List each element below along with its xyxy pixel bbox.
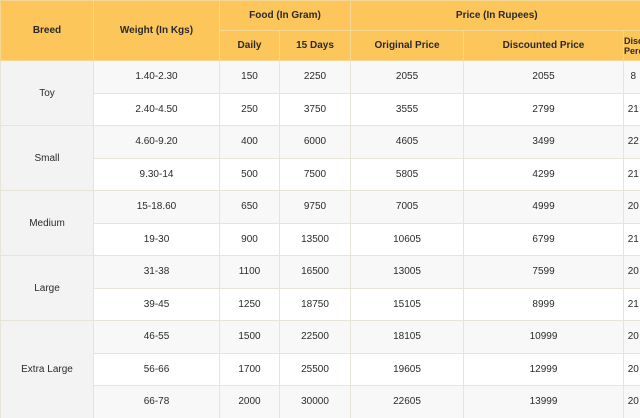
discounted-price-cell: 2799 — [463, 92, 625, 126]
discounted-price-cell: 7599 — [463, 255, 625, 289]
weight-cell: 39-45 — [93, 287, 220, 321]
daily-food-cell: 1250 — [219, 287, 280, 321]
discount-percent-cell: 22 — [623, 125, 640, 159]
food-price-table-container: Breed Weight (In Kgs) Food (In Gram) Pri… — [0, 0, 640, 418]
discount-percent-cell: 20 — [623, 255, 640, 289]
weight-cell: 1.40-2.30 — [93, 60, 220, 94]
fifteen-days-food-cell: 9750 — [278, 190, 352, 224]
discounted-price-cell: 2055 — [463, 60, 625, 94]
discount-percent-cell: 20 — [623, 385, 640, 418]
weight-cell: 15-18.60 — [93, 190, 220, 224]
fifteen-days-food-cell: 3750 — [278, 92, 352, 126]
weight-cell: 19-30 — [93, 222, 220, 256]
header-price[interactable]: Price (In Rupees) — [350, 0, 640, 31]
daily-food-cell: 650 — [219, 190, 280, 224]
original-price-cell: 4605 — [350, 125, 465, 159]
discounted-price-cell: 12999 — [463, 352, 625, 386]
original-price-cell: 19605 — [350, 352, 465, 386]
header-weight[interactable]: Weight (In Kgs) — [93, 0, 220, 61]
fifteen-days-food-cell: 6000 — [278, 125, 352, 159]
discount-percent-cell: 8 — [623, 60, 640, 94]
weight-cell: 46-55 — [93, 320, 220, 354]
header-food[interactable]: Food (In Gram) — [218, 0, 352, 31]
table-row: 39-45 1250 18750 15105 8999 21 — [1, 287, 640, 321]
food-price-table: Breed Weight (In Kgs) Food (In Gram) Pri… — [0, 0, 640, 418]
daily-food-cell: 1100 — [219, 255, 280, 289]
original-price-cell: 2055 — [350, 60, 465, 94]
discounted-price-cell: 8999 — [463, 287, 625, 321]
discount-percent-cell: 20 — [623, 320, 640, 354]
breed-cell: Small — [0, 125, 94, 191]
header-daily[interactable]: Daily — [219, 30, 280, 61]
original-price-cell: 15105 — [350, 287, 465, 321]
weight-cell: 4.60-9.20 — [93, 125, 220, 159]
table-row: 2.40-4.50 250 3750 3555 2799 21 — [1, 92, 640, 126]
fifteen-days-food-cell: 18750 — [278, 287, 352, 321]
discounted-price-cell: 4299 — [463, 157, 625, 191]
discounted-price-cell: 3499 — [463, 125, 625, 159]
table-body: Toy 1.40-2.30 150 2250 2055 2055 8 2.40-4.50 250… — [0, 60, 640, 418]
discounted-price-cell: 6799 — [463, 222, 625, 256]
header-original-price[interactable]: Original Price — [350, 30, 465, 61]
discount-percent-cell: 20 — [623, 190, 640, 224]
daily-food-cell: 400 — [219, 125, 280, 159]
fifteen-days-food-cell: 25500 — [278, 352, 352, 386]
discount-percent-cell: 21 — [623, 157, 640, 191]
discounted-price-cell: 13999 — [463, 385, 625, 418]
header-discount-percent[interactable]: Discount Percent — [623, 30, 640, 61]
table-row: 19-30 900 13500 10605 6799 21 — [1, 222, 640, 256]
original-price-cell: 3555 — [350, 92, 465, 126]
fifteen-days-food-cell: 13500 — [278, 222, 352, 256]
breed-cell: Medium — [0, 190, 94, 256]
daily-food-cell: 1700 — [219, 352, 280, 386]
table-row: Toy 1.40-2.30 150 2250 2055 2055 8 — [0, 60, 640, 126]
original-price-cell: 10605 — [350, 222, 465, 256]
table-row: Medium 15-18.60 650 9750 7005 4999 20 — [0, 190, 640, 256]
table-row: Extra Large 46-55 1500 22500 18105 10999 20 — [0, 320, 640, 418]
header-breed[interactable]: Breed — [0, 0, 94, 61]
daily-food-cell: 150 — [219, 60, 280, 94]
discounted-price-cell: 4999 — [463, 190, 625, 224]
daily-food-cell: 250 — [219, 92, 280, 126]
table-row: 9.30-14 500 7500 5805 4299 21 — [1, 157, 640, 191]
table-header: Breed Weight (In Kgs) Food (In Gram) Pri… — [0, 0, 640, 61]
weight-cell: 31-38 — [93, 255, 220, 289]
discount-percent-cell: 20 — [623, 352, 640, 386]
weight-cell: 56-66 — [93, 352, 220, 386]
table-row: Small 4.60-9.20 400 6000 4605 3499 22 — [0, 125, 640, 191]
original-price-cell: 22605 — [350, 385, 465, 418]
breed-cell: Toy — [0, 60, 94, 126]
fifteen-days-food-cell: 16500 — [278, 255, 352, 289]
fifteen-days-food-cell: 30000 — [278, 385, 352, 418]
fifteen-days-food-cell: 22500 — [278, 320, 352, 354]
breed-cell: Large — [0, 255, 94, 321]
daily-food-cell: 2000 — [219, 385, 280, 418]
table-row: 56-66 1700 25500 19605 12999 20 — [1, 352, 640, 386]
breed-cell: Extra Large — [0, 320, 94, 418]
table-row: Large 31-38 1100 16500 13005 7599 20 — [0, 255, 640, 321]
table-row: 66-78 2000 30000 22605 13999 20 — [1, 385, 640, 418]
fifteen-days-food-cell: 2250 — [278, 60, 352, 94]
weight-cell: 66-78 — [93, 385, 220, 418]
original-price-cell: 7005 — [350, 190, 465, 224]
header-discounted-price[interactable]: Discounted Price — [463, 30, 625, 61]
weight-cell: 2.40-4.50 — [93, 92, 220, 126]
fifteen-days-food-cell: 7500 — [278, 157, 352, 191]
original-price-cell: 18105 — [350, 320, 465, 354]
header-fifteen-days[interactable]: 15 Days — [278, 30, 352, 61]
original-price-cell: 13005 — [350, 255, 465, 289]
discount-percent-cell: 21 — [623, 92, 640, 126]
daily-food-cell: 1500 — [219, 320, 280, 354]
original-price-cell: 5805 — [350, 157, 465, 191]
daily-food-cell: 900 — [219, 222, 280, 256]
discount-percent-cell: 21 — [623, 287, 640, 321]
daily-food-cell: 500 — [219, 157, 280, 191]
discounted-price-cell: 10999 — [463, 320, 625, 354]
discount-percent-cell: 21 — [623, 222, 640, 256]
weight-cell: 9.30-14 — [93, 157, 220, 191]
